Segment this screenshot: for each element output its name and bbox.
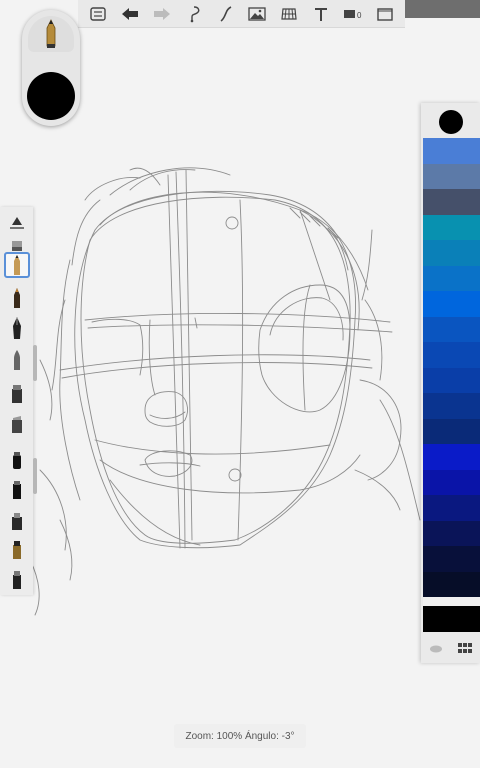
wide-marker-icon[interactable]	[4, 477, 30, 503]
text-icon[interactable]	[308, 2, 334, 26]
chisel-marker-icon[interactable]	[4, 411, 30, 437]
color-swatch[interactable]	[423, 444, 480, 470]
perspective-guide-icon[interactable]	[276, 2, 302, 26]
ballpoint-pen-icon[interactable]	[4, 285, 30, 311]
svg-text:0: 0	[357, 11, 362, 20]
color-swatch[interactable]	[423, 138, 480, 164]
color-panel	[421, 103, 480, 663]
paint-bucket-icon[interactable]	[4, 537, 30, 563]
menu-list-icon[interactable]	[85, 2, 111, 26]
color-swatch[interactable]	[423, 393, 480, 419]
current-color-indicator[interactable]	[439, 110, 463, 134]
selection-lasso-icon[interactable]	[181, 2, 207, 26]
black-swatch[interactable]	[423, 606, 480, 632]
airbrush-icon[interactable]	[4, 508, 30, 534]
color-swatch[interactable]	[423, 240, 480, 266]
zoom-angle-status: Zoom: 100% Ángulo: -3°	[174, 724, 306, 748]
color-swatch[interactable]	[423, 163, 480, 189]
undo-icon[interactable]	[117, 2, 143, 26]
color-swatch[interactable]	[423, 546, 480, 572]
fountain-pen-icon[interactable]	[4, 315, 30, 341]
tool-strip-scrollbar-lower[interactable]	[33, 458, 37, 494]
layers-icon[interactable]: 0	[340, 2, 366, 26]
felt-pen-icon[interactable]	[4, 447, 30, 473]
color-swatch[interactable]	[423, 214, 480, 240]
marker-tool-icon[interactable]	[4, 381, 30, 407]
pencil-tool-icon[interactable]	[4, 252, 30, 278]
redo-icon[interactable]	[149, 2, 175, 26]
image-icon[interactable]	[244, 2, 270, 26]
brush-puck[interactable]	[22, 10, 80, 126]
pencil-nib-icon	[46, 19, 56, 48]
tool-strip-scrollbar[interactable]	[33, 345, 37, 381]
smudge-tool-icon[interactable]	[4, 567, 30, 593]
color-panel-footer	[421, 634, 480, 663]
brush-tool-icon[interactable]	[4, 347, 30, 373]
color-swatches	[423, 138, 480, 623]
color-swatch[interactable]	[423, 316, 480, 342]
top-toolbar: 0	[78, 0, 405, 28]
color-grid-icon[interactable]	[458, 642, 473, 655]
color-swatch[interactable]	[423, 342, 480, 368]
color-swatch[interactable]	[423, 520, 480, 546]
color-swatch[interactable]	[423, 367, 480, 393]
curve-ruler-icon[interactable]	[213, 2, 239, 26]
color-swatch[interactable]	[423, 291, 480, 317]
brush-library-strip	[0, 207, 33, 595]
fullscreen-icon[interactable]	[372, 2, 398, 26]
color-swatch[interactable]	[423, 495, 480, 521]
window-edge	[405, 0, 480, 18]
color-swatch[interactable]	[423, 189, 480, 215]
brush-size-control[interactable]	[28, 16, 74, 52]
color-puck-icon[interactable]	[429, 644, 443, 654]
brush-color-well[interactable]	[27, 72, 75, 120]
color-swatch[interactable]	[423, 571, 480, 597]
color-swatch[interactable]	[423, 418, 480, 444]
color-swatch[interactable]	[423, 469, 480, 495]
color-swatch[interactable]	[423, 265, 480, 291]
